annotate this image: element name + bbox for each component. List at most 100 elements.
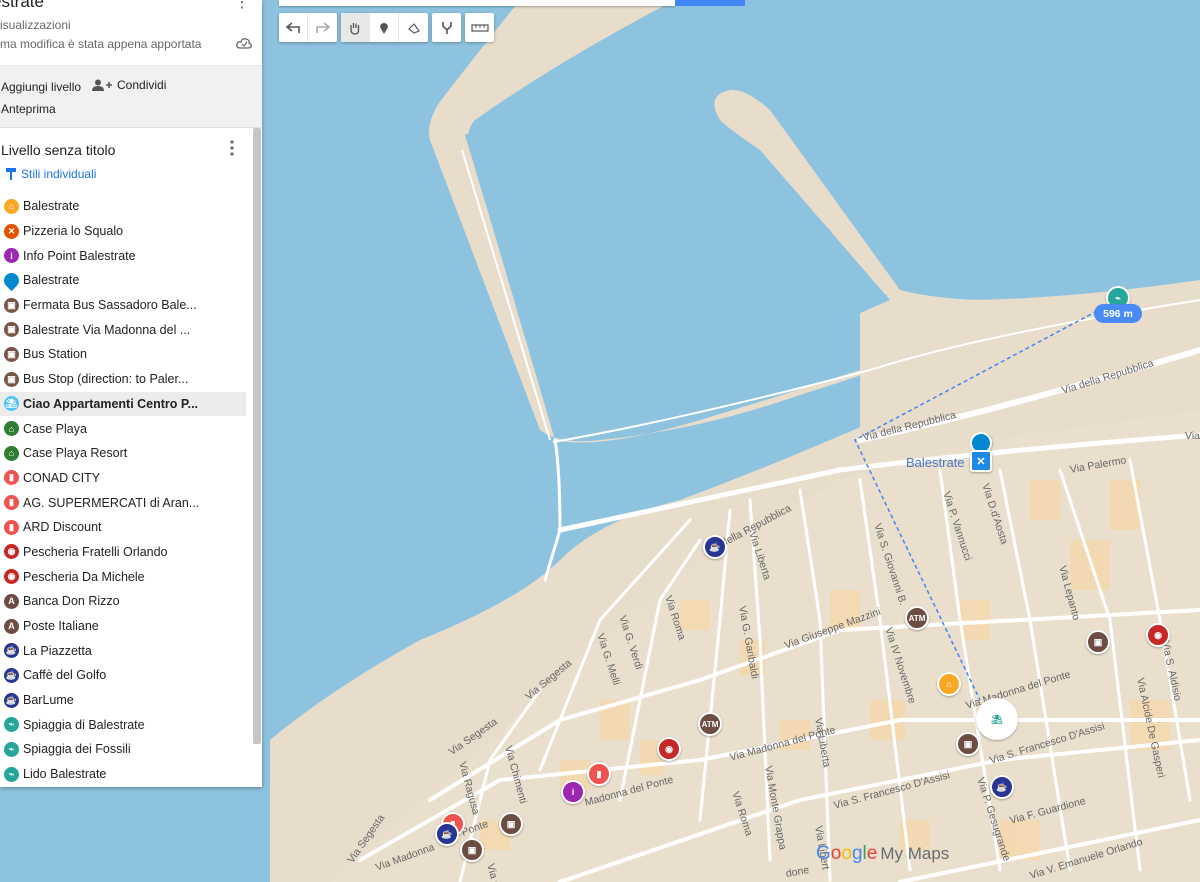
list-item[interactable]: ⌂ Balestrate: [0, 194, 246, 219]
undo-icon: [286, 21, 300, 33]
search-button[interactable]: [675, 0, 745, 6]
list-item[interactable]: ✕ Pizzeria lo Squalo: [0, 219, 246, 244]
list-item-label: Fermata Bus Sassadoro Bale...: [23, 298, 197, 313]
layer-options-icon[interactable]: [230, 140, 234, 161]
atm-marker[interactable]: ATM: [698, 712, 722, 736]
list-item-label: Caffè del Golfo: [23, 668, 107, 683]
bus-marker[interactable]: ▣: [499, 812, 523, 836]
list-item[interactable]: Balestrate: [0, 268, 246, 293]
redo-icon: [315, 21, 330, 33]
panel-scrollbar[interactable]: [253, 128, 261, 744]
cafe-marker[interactable]: ☕: [703, 535, 727, 559]
list-item[interactable]: ⌁ Spiaggia di Balestrate: [0, 712, 246, 737]
map-side-panel: estrate ⋮ isualizzazioni ma modifica è s…: [0, 0, 262, 787]
fish-marker[interactable]: ◉: [657, 737, 681, 761]
list-item-label: Pizzeria lo Squalo: [23, 224, 124, 239]
list-item[interactable]: ▣ Fermata Bus Sassadoro Bale...: [0, 293, 246, 318]
my-maps-logo: Google My Maps: [816, 843, 949, 865]
list-item[interactable]: ◉ Pescheria Da Michele: [0, 564, 246, 589]
list-item[interactable]: A Poste Italiane: [0, 614, 246, 639]
shopping-icon: ▮: [4, 519, 19, 535]
cafe-marker[interactable]: ☕: [435, 822, 459, 846]
bus-marker[interactable]: ▣: [460, 838, 484, 862]
list-item-label: Spiaggia dei Fossili: [23, 742, 131, 757]
bus-icon: ▣: [4, 297, 19, 313]
list-item-label: Bus Stop (direction: to Paler...: [23, 372, 189, 387]
hotel-logo-icon: ⛱: [4, 396, 19, 412]
search-input[interactable]: [279, 0, 675, 6]
list-item-label: Bus Station: [23, 347, 87, 362]
list-item[interactable]: ▮ ARD Discount: [0, 515, 246, 540]
list-item-label: Case Playa Resort: [23, 446, 128, 461]
more-options-icon[interactable]: ⋮: [234, 0, 250, 12]
list-item[interactable]: ⌁ Lido Balestrate: [0, 762, 246, 787]
measure-button[interactable]: [465, 13, 494, 42]
add-layer-button[interactable]: Aggiungi livello: [1, 80, 81, 94]
redo-button[interactable]: [308, 13, 337, 42]
layer-title[interactable]: Livello senza titolo: [1, 142, 115, 158]
atm-marker[interactable]: ATM: [905, 606, 929, 630]
undo-button[interactable]: [279, 13, 308, 42]
panel-actions: Aggiungi livello Condividi Anteprima: [0, 66, 262, 128]
list-item[interactable]: ▮ AG. SUPERMERCATI di Aran...: [0, 490, 246, 515]
list-item[interactable]: ▣ Balestrate Via Madonna del ...: [0, 317, 246, 342]
home-marker[interactable]: ⌂: [937, 672, 961, 696]
list-item[interactable]: ☕ Caffè del Golfo: [0, 663, 246, 688]
preview-button[interactable]: Anteprima: [1, 102, 56, 116]
list-item-label: BarLume: [23, 693, 74, 708]
list-item[interactable]: ▣ Bus Stop (direction: to Paler...: [0, 367, 246, 392]
bus-marker[interactable]: ▣: [956, 732, 980, 756]
list-item[interactable]: ⌂ Case Playa Resort: [0, 441, 246, 466]
list-item[interactable]: ⌂ Case Playa: [0, 416, 246, 441]
cafe-icon: ☕: [4, 643, 19, 659]
list-item[interactable]: ▮ CONAD CITY: [0, 466, 246, 491]
fish-marker[interactable]: ◉: [1146, 623, 1170, 647]
map-title[interactable]: estrate: [0, 0, 44, 12]
beach-icon: ⌁: [4, 717, 19, 733]
list-item[interactable]: ☕ BarLume: [0, 688, 246, 713]
logo-marker[interactable]: ⛱: [976, 698, 1018, 740]
list-item[interactable]: ◉ Pescheria Fratelli Orlando: [0, 540, 246, 565]
cafe-marker[interactable]: ☕: [990, 775, 1014, 799]
list-item-label: Lido Balestrate: [23, 767, 107, 782]
list-item[interactable]: ☕ La Piazzetta: [0, 638, 246, 663]
bus-icon: ▣: [4, 371, 19, 387]
list-item[interactable]: ⌁ Spiaggia dei Fossili: [0, 737, 246, 762]
list-item[interactable]: ▣ Bus Station: [0, 342, 246, 367]
add-person-icon: [92, 79, 112, 91]
list-item-label: Info Point Balestrate: [23, 248, 136, 263]
place-label: Balestrate: [906, 455, 965, 470]
info-marker[interactable]: i: [561, 780, 585, 804]
cafe-icon: ☕: [4, 667, 19, 683]
directions-icon: [441, 21, 452, 34]
pan-hand-button[interactable]: [341, 13, 370, 42]
list-item[interactable]: ⛱ Ciao Appartamenti Centro P...: [0, 391, 246, 417]
hotel-marker[interactable]: ✕: [970, 450, 992, 472]
save-status: ma modifica è stata appena apportata: [0, 37, 202, 51]
draw-line-button[interactable]: [399, 13, 428, 42]
share-button[interactable]: Condividi: [92, 78, 166, 92]
home-icon: ⌂: [4, 198, 19, 214]
list-item-label: Case Playa: [23, 421, 87, 436]
shopping-icon: ▮: [4, 470, 19, 486]
add-marker-button[interactable]: [370, 13, 399, 42]
list-item-label: Pescheria Fratelli Orlando: [23, 544, 168, 559]
ruler-icon: [470, 23, 489, 32]
list-item-label: Balestrate Via Madonna del ...: [23, 322, 191, 337]
marker-icon: [380, 22, 388, 34]
pin-icon: [0, 269, 23, 292]
cafe-icon: ☕: [4, 692, 19, 708]
styles-link[interactable]: Stili individuali: [5, 167, 96, 181]
list-item[interactable]: A Banca Don Rizzo: [0, 589, 246, 614]
bus-marker[interactable]: ▣: [1086, 630, 1110, 654]
list-item-label: Ciao Appartamenti Centro P...: [23, 396, 199, 411]
views-count: isualizzazioni: [0, 18, 71, 32]
bus-icon: ▣: [4, 322, 19, 338]
directions-button[interactable]: [432, 13, 461, 42]
list-item[interactable]: i Info Point Balestrate: [0, 243, 246, 268]
shopping-marker[interactable]: ▮: [587, 762, 611, 786]
bus-icon: ▣: [4, 346, 19, 362]
atm-icon: A: [4, 618, 19, 634]
cloud-icon: [236, 38, 252, 49]
list-item-label: CONAD CITY: [23, 470, 101, 485]
